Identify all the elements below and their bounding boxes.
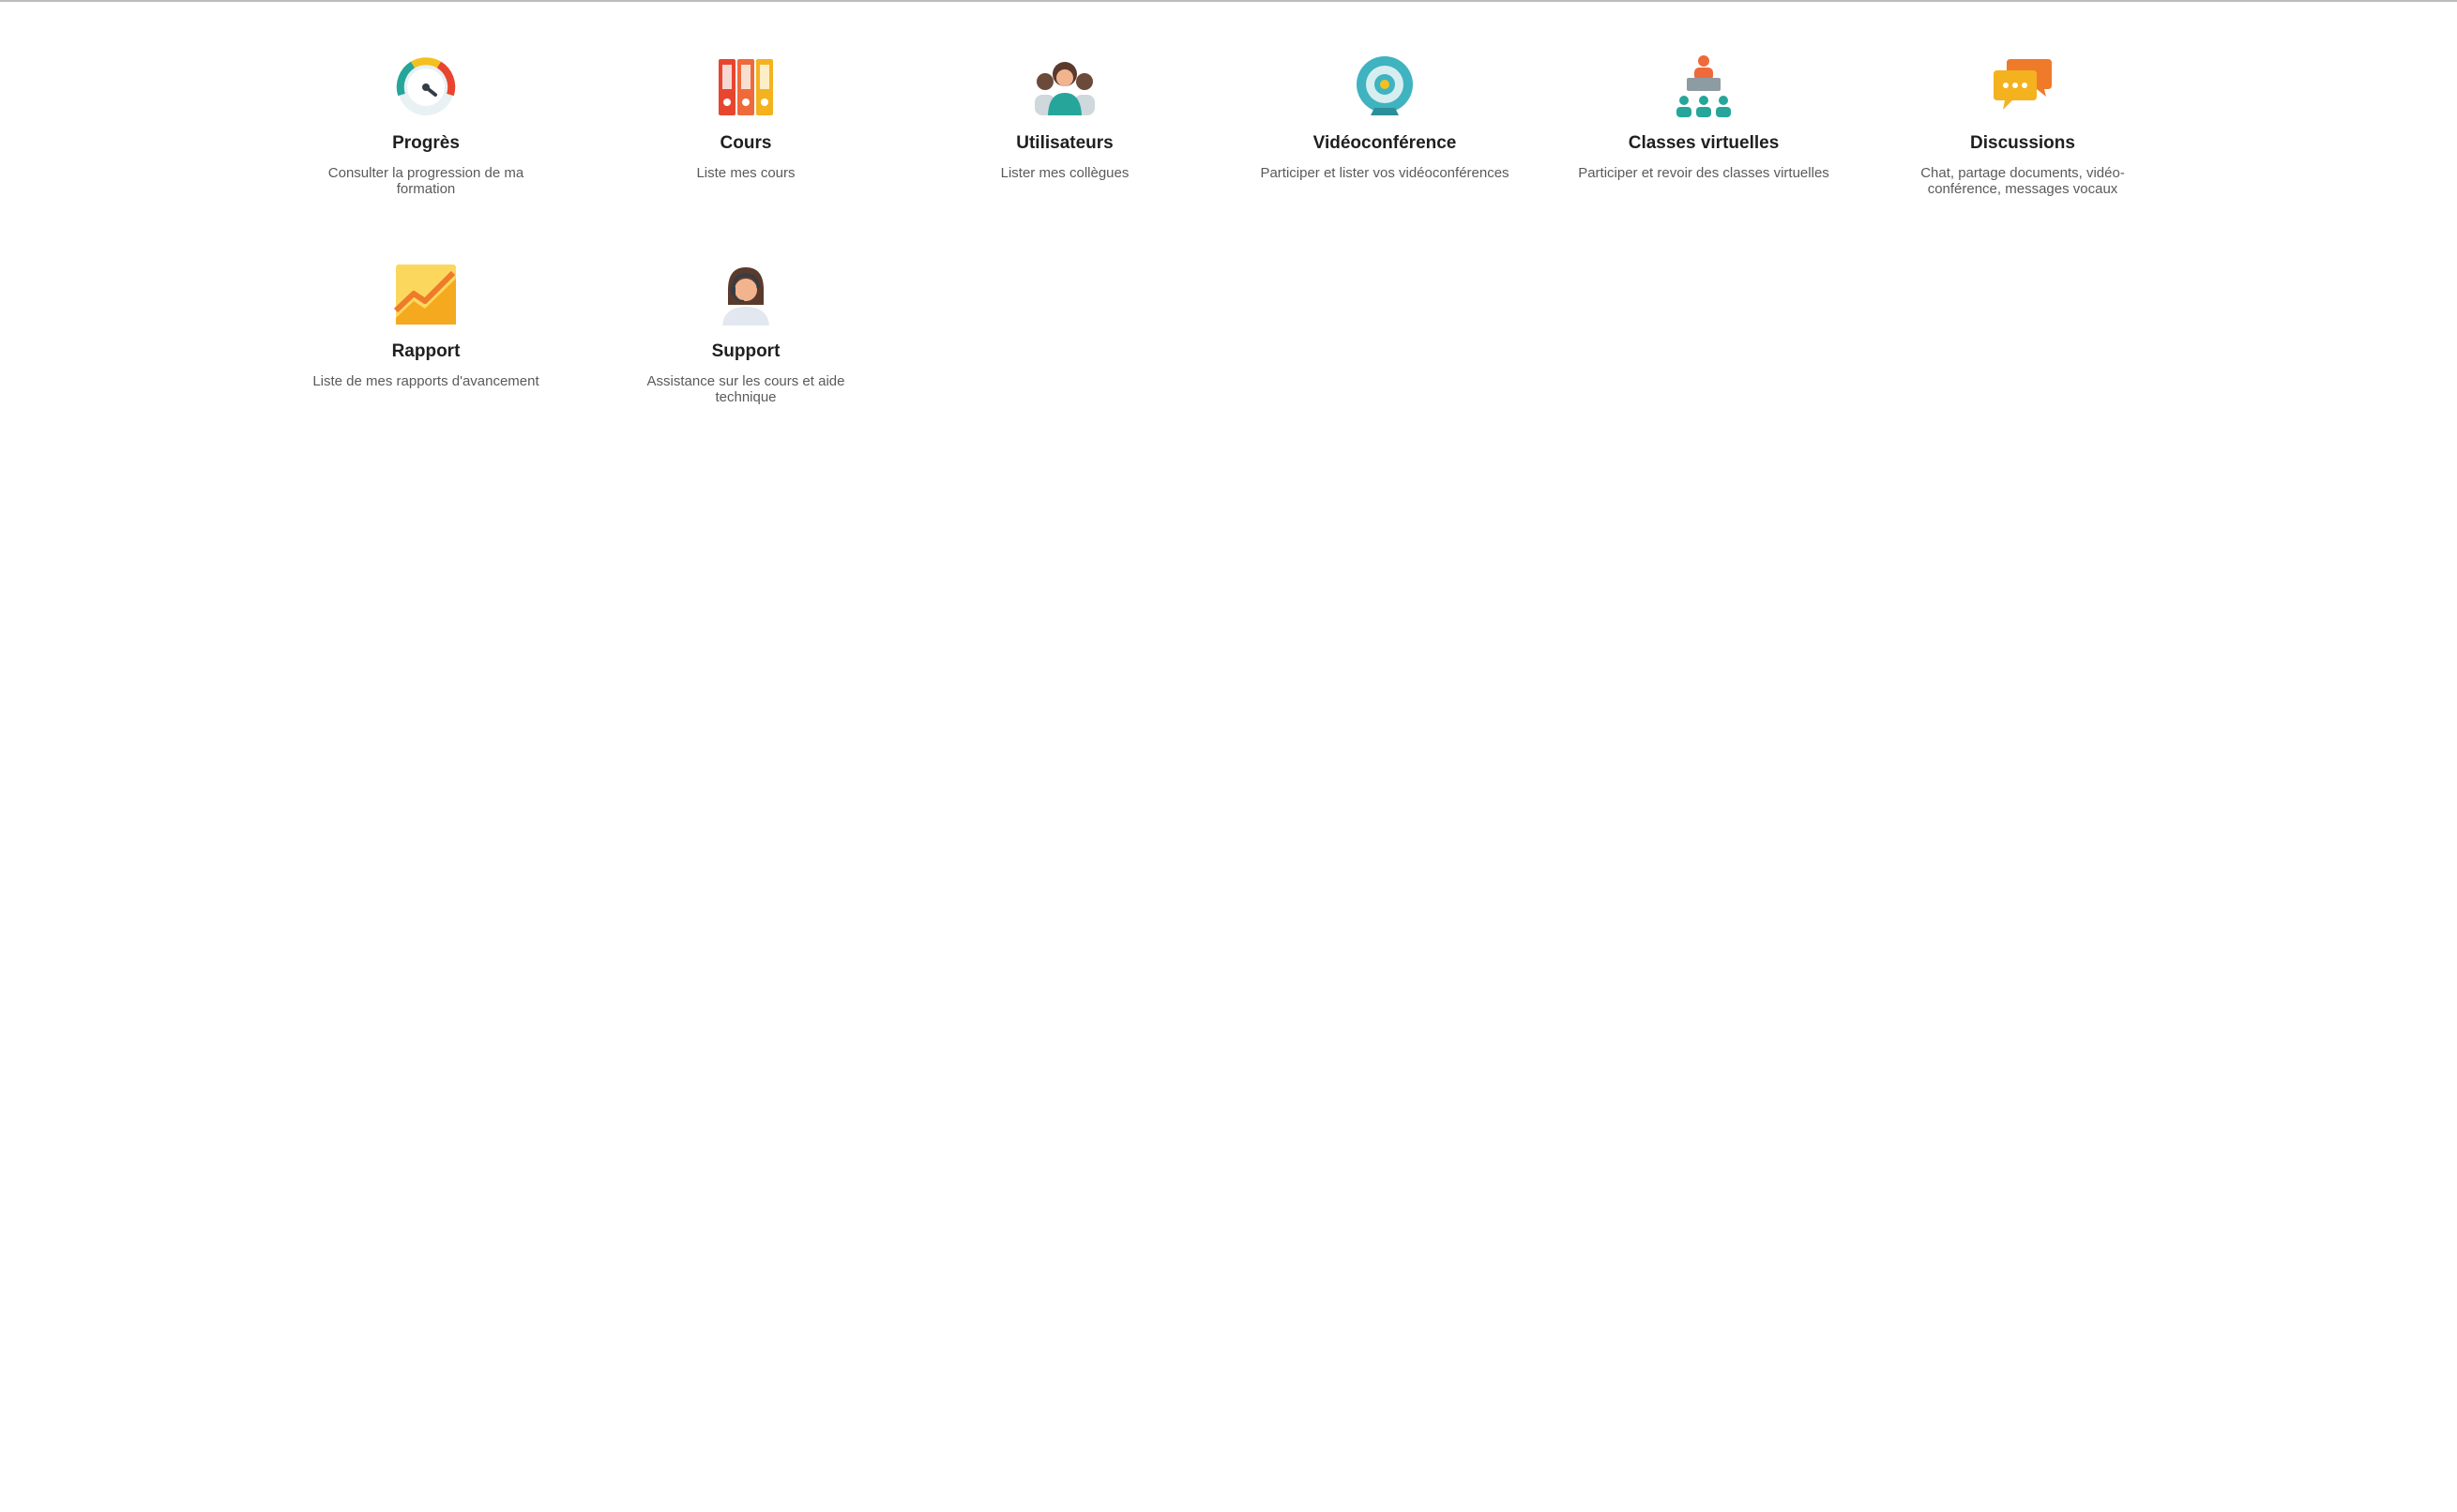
tile-title: Support <box>711 341 781 361</box>
binders-icon <box>713 53 779 119</box>
tile-description: Participer et lister vos vidéoconférence… <box>1260 165 1509 181</box>
tile-rapport[interactable]: Rapport Liste de mes rapports d'avanceme… <box>285 262 567 389</box>
tile-description: Liste de mes rapports d'avancement <box>312 373 539 389</box>
growth-chart-icon <box>393 262 459 327</box>
support-agent-icon <box>713 262 779 327</box>
tile-progres[interactable]: Progrès Consulter la progression de ma f… <box>285 53 567 197</box>
tile-description: Chat, partage documents, vidéo-conférenc… <box>1920 165 2125 197</box>
tile-description: Assistance sur les cours et aide techniq… <box>646 373 845 405</box>
tile-description: Liste mes cours <box>696 165 796 181</box>
tile-title: Cours <box>720 133 772 153</box>
tile-discussions[interactable]: Discussions Chat, partage documents, vid… <box>1882 53 2163 197</box>
tile-classes-virtuelles[interactable]: Classes virtuelles Participer et revoir … <box>1563 53 1844 181</box>
virtual-class-icon <box>1671 53 1737 119</box>
tile-description: Lister mes collègues <box>1000 165 1130 181</box>
tile-videoconference[interactable]: Vidéoconférence Participer et lister vos… <box>1244 53 1525 181</box>
tile-cours[interactable]: Cours Liste mes cours <box>605 53 887 181</box>
tile-description: Consulter la progression de ma formation <box>327 165 524 197</box>
chat-bubbles-icon <box>1990 53 2055 119</box>
tile-title: Vidéoconférence <box>1312 133 1457 153</box>
webcam-icon <box>1352 53 1418 119</box>
dashboard-page: Progrès Consulter la progression de ma f… <box>0 0 2457 1512</box>
tile-utilisateurs[interactable]: Utilisateurs Lister mes collègues <box>924 53 1206 181</box>
tile-title: Rapport <box>391 341 461 361</box>
tile-title: Utilisateurs <box>1016 133 1114 153</box>
tile-title: Classes virtuelles <box>1628 133 1780 153</box>
tile-title: Progrès <box>392 133 460 153</box>
speedometer-icon <box>393 53 459 119</box>
tile-description: Participer et revoir des classes virtuel… <box>1578 165 1829 181</box>
module-grid: Progrès Consulter la progression de ma f… <box>0 2 2457 471</box>
users-group-icon <box>1032 53 1098 119</box>
tile-support[interactable]: Support Assistance sur les cours et aide… <box>605 262 887 405</box>
tile-title: Discussions <box>1970 133 2075 153</box>
